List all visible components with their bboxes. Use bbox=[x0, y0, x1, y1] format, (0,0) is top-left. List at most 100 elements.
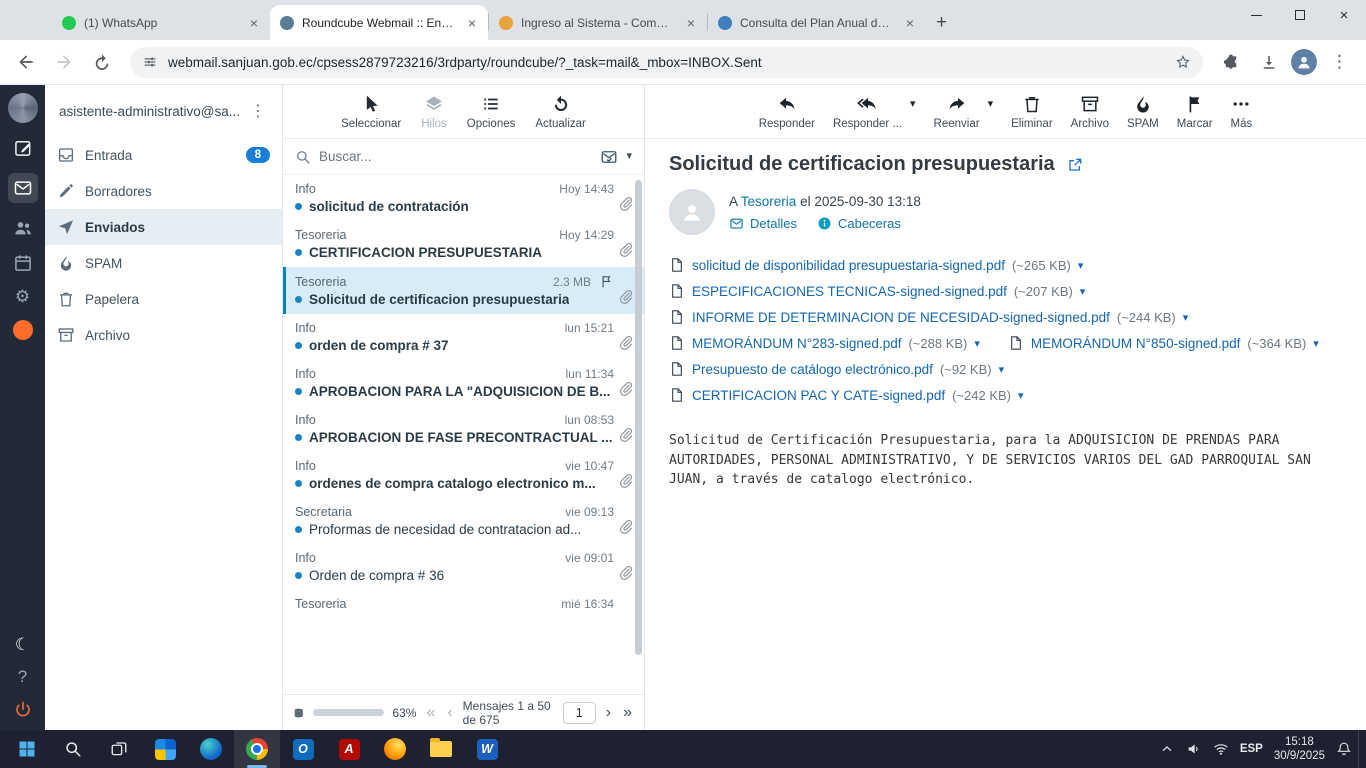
tab-roundcube[interactable]: Roundcube Webmail :: Enviado × bbox=[270, 5, 488, 40]
word-button[interactable]: W bbox=[464, 730, 510, 768]
outlook-button[interactable]: O bbox=[280, 730, 326, 768]
profile-avatar[interactable] bbox=[1291, 49, 1317, 75]
show-desktop-strip[interactable] bbox=[1358, 730, 1362, 768]
message-row[interactable]: Tesoreria mié 16:34 bbox=[283, 590, 644, 618]
forward-menu-caret[interactable]: ▾ bbox=[988, 85, 994, 138]
page-next-button[interactable]: › bbox=[604, 704, 613, 721]
page-prev-button[interactable]: ‹ bbox=[445, 704, 454, 721]
reply-all-menu-caret[interactable]: ▾ bbox=[910, 85, 916, 138]
calendar-nav-button[interactable] bbox=[13, 253, 33, 273]
folder-item-archivo[interactable]: Archivo bbox=[45, 317, 282, 353]
contacts-nav-button[interactable] bbox=[13, 218, 33, 238]
tab-whatsapp[interactable]: (1) WhatsApp × bbox=[52, 5, 270, 40]
message-row[interactable]: Secretaria vie 09:13 Proformas de necesid… bbox=[283, 498, 644, 544]
page-last-button[interactable]: » bbox=[621, 704, 634, 721]
attachment-name[interactable]: MEMORÁNDUM N°850-signed.pdf bbox=[1031, 336, 1240, 351]
options-button[interactable]: Opciones bbox=[467, 85, 515, 138]
folder-item-spam[interactable]: SPAM bbox=[45, 245, 282, 281]
attachment-name[interactable]: CERTIFICACION PAC Y CATE-signed.pdf bbox=[692, 388, 945, 403]
refresh-button[interactable]: Actualizar bbox=[535, 85, 586, 138]
folder-item-papelera[interactable]: Papelera bbox=[45, 281, 282, 317]
minimize-button[interactable] bbox=[1234, 0, 1278, 30]
firefox-button[interactable] bbox=[372, 730, 418, 768]
recipient-link[interactable]: Tesoreria bbox=[741, 194, 797, 209]
reply-button[interactable]: Responder bbox=[759, 85, 815, 138]
threads-button[interactable]: Hilos bbox=[421, 85, 447, 138]
edge-button[interactable] bbox=[188, 730, 234, 768]
compose-button[interactable] bbox=[13, 138, 33, 158]
search-input[interactable] bbox=[319, 149, 593, 164]
mail-nav-button[interactable] bbox=[7, 173, 38, 203]
cpanel-icon[interactable] bbox=[12, 320, 33, 340]
attachment-menu-caret[interactable]: ▾ bbox=[1018, 389, 1024, 402]
attachment-menu-caret[interactable]: ▾ bbox=[1313, 337, 1319, 350]
attachment-menu-caret[interactable]: ▾ bbox=[1078, 259, 1084, 272]
account-menu-icon[interactable]: ⋮ bbox=[242, 99, 274, 123]
archive-button[interactable]: Archivo bbox=[1071, 85, 1109, 138]
forward-button[interactable]: Reenviar bbox=[934, 85, 980, 138]
attachment-menu-caret[interactable]: ▾ bbox=[1183, 311, 1189, 324]
new-tab-button[interactable]: + bbox=[926, 10, 957, 40]
language-indicator[interactable]: ESP bbox=[1240, 743, 1263, 755]
site-info-icon[interactable] bbox=[142, 54, 158, 70]
dark-mode-toggle[interactable]: ☾ bbox=[15, 636, 30, 653]
folder-item-enviados[interactable]: Enviados bbox=[45, 209, 282, 245]
volume-icon[interactable] bbox=[1186, 741, 1202, 757]
folder-item-borradores[interactable]: Borradores bbox=[45, 173, 282, 209]
task-view-button[interactable] bbox=[96, 730, 142, 768]
attachment-name[interactable]: solicitud de disponibilidad presupuestar… bbox=[692, 258, 1005, 273]
notifications-icon[interactable] bbox=[1336, 741, 1352, 757]
message-row[interactable]: Info vie 10:47 ordenes de compra catalogo… bbox=[283, 452, 644, 498]
message-row[interactable]: Info lun 08:53 APROBACION DE FASE PRECONT… bbox=[283, 406, 644, 452]
taskbar-search-button[interactable] bbox=[50, 730, 96, 768]
folder-item-entrada[interactable]: Entrada 8 bbox=[45, 137, 282, 173]
page-input[interactable] bbox=[562, 701, 596, 724]
tab-compras[interactable]: Ingreso al Sistema - Compras P × bbox=[489, 5, 707, 40]
page-first-button[interactable]: « bbox=[424, 704, 437, 721]
delete-button[interactable]: Eliminar bbox=[1011, 85, 1053, 138]
message-row[interactable]: Info vie 09:01 Orden de compra # 36 bbox=[283, 544, 644, 590]
widgets-button[interactable] bbox=[142, 730, 188, 768]
file-explorer-button[interactable] bbox=[418, 730, 464, 768]
attachment-name[interactable]: Presupuesto de catálogo electrónico.pdf bbox=[692, 362, 933, 377]
maximize-button[interactable] bbox=[1278, 0, 1322, 30]
attachment-name[interactable]: INFORME DE DETERMINACION DE NECESIDAD-si… bbox=[692, 310, 1110, 325]
forward-button[interactable] bbox=[48, 46, 80, 78]
attachment-name[interactable]: MEMORÁNDUM N°283-signed.pdf bbox=[692, 336, 901, 351]
spam-button[interactable]: SPAM bbox=[1127, 85, 1159, 138]
attachment-menu-caret[interactable]: ▾ bbox=[1080, 285, 1086, 298]
reload-button[interactable] bbox=[86, 46, 118, 78]
select-button[interactable]: Seleccionar bbox=[341, 85, 401, 138]
reply-all-button[interactable]: Responder ... bbox=[833, 85, 902, 138]
network-icon[interactable] bbox=[1213, 741, 1229, 757]
downloads-button[interactable] bbox=[1253, 46, 1285, 78]
message-row[interactable]: Tesoreria Hoy 14:29 CERTIFICACION PRESUPU… bbox=[283, 221, 644, 267]
bookmark-star-icon[interactable] bbox=[1175, 54, 1191, 70]
logout-button[interactable] bbox=[13, 700, 33, 720]
tray-expand-icon[interactable] bbox=[1159, 741, 1175, 757]
message-row[interactable]: Info lun 11:34 APROBACION PARA LA "ADQUIS… bbox=[283, 360, 644, 406]
tab-close-icon[interactable]: × bbox=[246, 14, 262, 32]
close-window-button[interactable]: × bbox=[1322, 0, 1366, 30]
start-button[interactable] bbox=[4, 730, 50, 768]
tab-close-icon[interactable]: × bbox=[902, 14, 918, 32]
message-row-selected[interactable]: Tesoreria 2.3 MB Solicitud de certificac… bbox=[283, 267, 644, 314]
settings-nav-button[interactable]: ⚙ bbox=[15, 288, 30, 305]
address-bar[interactable]: webmail.sanjuan.gob.ec/cpsess2879723216/… bbox=[130, 46, 1203, 78]
search-options-caret-icon[interactable]: ▾ bbox=[626, 151, 632, 162]
open-in-new-window-icon[interactable] bbox=[1067, 157, 1083, 173]
extensions-button[interactable] bbox=[1215, 46, 1247, 78]
attachment-name[interactable]: ESPECIFICACIONES TECNICAS-signed-signed.… bbox=[692, 284, 1007, 299]
more-button[interactable]: Más bbox=[1231, 85, 1252, 138]
message-row[interactable]: Info lun 15:21 orden de compra # 37 bbox=[283, 314, 644, 360]
back-button[interactable] bbox=[10, 46, 42, 78]
headers-button[interactable]: Cabeceras bbox=[817, 216, 901, 231]
taskbar-clock[interactable]: 15:18 30/9/2025 bbox=[1274, 735, 1325, 764]
message-row[interactable]: Info Hoy 14:43 solicitud de contratación bbox=[283, 175, 644, 221]
tab-close-icon[interactable]: × bbox=[683, 14, 699, 32]
browser-menu-icon[interactable]: ⋮ bbox=[1323, 52, 1356, 72]
attachment-menu-caret[interactable]: ▾ bbox=[999, 363, 1005, 376]
chrome-button[interactable] bbox=[234, 730, 280, 768]
attachment-menu-caret[interactable]: ▾ bbox=[974, 337, 980, 350]
details-button[interactable]: Detalles bbox=[729, 216, 797, 231]
